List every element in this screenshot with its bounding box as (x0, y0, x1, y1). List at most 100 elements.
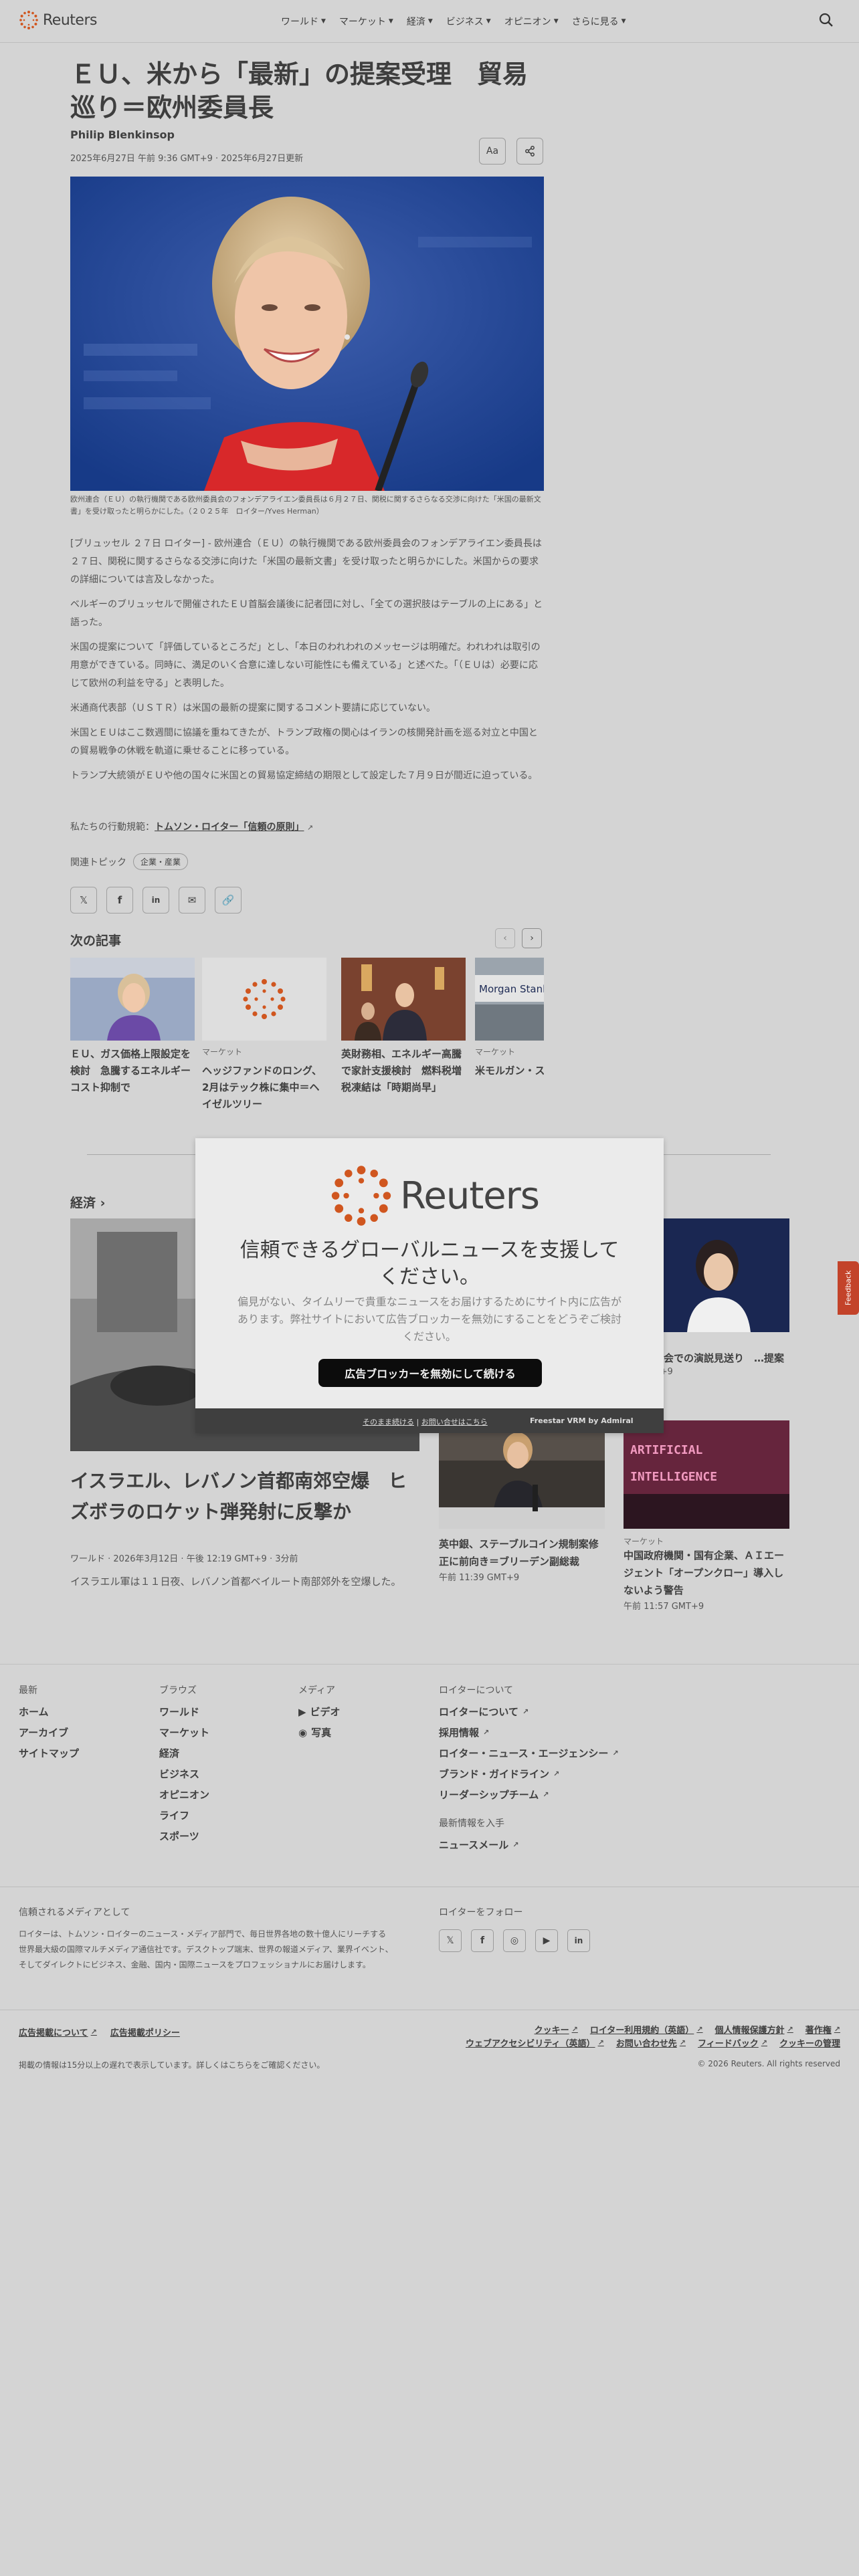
footer-link[interactable]: ライフ (159, 1808, 209, 1822)
legal-link[interactable]: 個人情報保護方針 ↗ (715, 2023, 793, 2036)
share-bar: 𝕏 f in ✉ 🔗 (70, 887, 242, 914)
footer-link[interactable]: スポーツ (159, 1829, 209, 1843)
feedback-tab[interactable]: Feedback (838, 1261, 859, 1315)
linkedin-share-button[interactable]: in (142, 887, 169, 914)
instagram-icon: ◎ (510, 1935, 519, 1946)
copy-link-button[interactable]: 🔗 (215, 887, 242, 914)
economy-section-heading[interactable]: 経済 › (70, 1193, 105, 1211)
article-paragraph: トランプ大統領がＥＵや他の国々に米国との貿易協定締結の期限として設定した７月９日… (70, 770, 538, 781)
footer-link[interactable]: ロイター・ニュース・エージェンシー ↗ (439, 1746, 619, 1760)
article-paragraph: [ブリュッセル ２７日 ロイター] - 欧州連合（ＥＵ）の執行機関である欧州委員… (70, 538, 542, 585)
contact-link[interactable]: お問い合せはこちら (421, 1418, 488, 1426)
trust-principles-link[interactable]: トムソン・ロイター「信頼の原則」 (155, 822, 304, 833)
article-thumbnail (341, 958, 466, 1041)
footer-link-video[interactable]: ▶ ビデオ (298, 1705, 341, 1719)
footer-link[interactable]: ワールド (159, 1705, 209, 1719)
external-link-icon: ↗ (834, 2025, 840, 2034)
legal-link[interactable]: ロイター利用規約（英語） ↗ (590, 2023, 703, 2036)
legal-link[interactable]: お問い合わせ先 ↗ (616, 2036, 686, 2049)
card-title: ヘッジファンドのロング、2月はテック株に集中＝ヘイゼルツリー (202, 1065, 322, 1110)
share-button[interactable] (516, 138, 543, 165)
search-button[interactable] (818, 11, 835, 31)
reuters-logo-mark-icon (19, 11, 38, 29)
disable-adblocker-button[interactable]: 広告ブロッカーを無効にして続ける (318, 1359, 542, 1387)
lead-story-title[interactable]: イスラエル、レバノン首都南郊空爆 ヒズボラのロケット弾発射に反撃か (70, 1466, 425, 1527)
nav-item-business[interactable]: ビジネス ▼ (446, 15, 491, 28)
chevron-down-icon: ▼ (486, 18, 491, 25)
advertise-link[interactable]: 広告掲載について ↗ (19, 2026, 97, 2038)
topic-tag[interactable]: 企業・産業 (133, 853, 189, 870)
footer-link[interactable]: リーダーシップチーム ↗ (439, 1788, 619, 1802)
link-icon: 🔗 (221, 894, 235, 906)
article-thumbnail (70, 958, 195, 1041)
nav-item-economy[interactable]: 経済 ▼ (407, 15, 433, 28)
external-link-icon: ↗ (696, 2025, 703, 2034)
side-story[interactable]: ARTIFICIAL INTELLIGENCE マーケット 中国政府機関・国有企業… (624, 1420, 789, 1612)
footer-link[interactable]: アーカイブ (19, 1725, 79, 1739)
external-link-icon: ↗ (787, 2025, 793, 2034)
continue-without-link[interactable]: そのまま続ける (363, 1418, 414, 1426)
email-share-button[interactable]: ✉ (179, 887, 205, 914)
footer-col-media: メディア ▶ ビデオ ◉ 写真 (298, 1685, 341, 1739)
nav-item-more[interactable]: さらに見る ▼ (572, 15, 626, 28)
footer-facebook-button[interactable]: f (471, 1929, 494, 1952)
newsletter-link[interactable]: ニュースメール ↗ (439, 1838, 619, 1852)
nav-item-opinion[interactable]: オピニオン ▼ (504, 15, 559, 28)
external-link-icon: ↗ (543, 1790, 549, 1799)
next-article-card[interactable]: Morgan Stanl マーケット 米モルガン・スタンレーの融資ファンド、解約… (475, 958, 544, 1078)
text-size-button[interactable]: Aa (479, 138, 506, 165)
next-article-card[interactable]: ＥＵ、ガス価格上限設定を検討 急騰するエネルギーコスト抑制で (70, 958, 195, 1096)
legal-link[interactable]: ウェブアクセシビリティ（英語） ↗ (466, 2036, 604, 2049)
share-icon (525, 146, 535, 156)
next-article-card[interactable]: マーケット ヘッジファンドのロング、2月はテック株に集中＝ヘイゼルツリー (202, 958, 326, 1113)
footer-col-latest: 最新 ホーム アーカイブ サイトマップ (19, 1685, 80, 1760)
side-story-title: 中国政府機関・国有企業、ＡＩエージェント「オープンクロー」導入しないよう警告 (624, 1549, 785, 1596)
footer-link[interactable]: サイトマップ (19, 1746, 79, 1760)
related-topics: 関連トピック 企業・産業 (70, 853, 189, 870)
footer-link[interactable]: ロイターについて ↗ (439, 1705, 619, 1719)
reuters-logo[interactable]: Reuters (19, 10, 97, 30)
footer-link[interactable]: オピニオン (159, 1788, 209, 1802)
footer-x-button[interactable]: 𝕏 (439, 1929, 462, 1952)
facebook-share-button[interactable]: f (106, 887, 133, 914)
footer-instagram-button[interactable]: ◎ (503, 1929, 526, 1952)
footer-link-photos[interactable]: ◉ 写真 (298, 1725, 341, 1739)
chevron-down-icon: ▼ (388, 18, 393, 25)
legal-links-row1: クッキー ↗ ロイター利用規約（英語） ↗ 個人情報保護方針 ↗ 著作権 ↗ (535, 2023, 840, 2036)
chevron-right-icon: › (530, 933, 534, 944)
side-story-title: 英中銀、ステーブルコイン規制案修正に前向き＝ブリーデン副総裁 (439, 1538, 599, 1568)
external-link-icon: ↗ (761, 2038, 767, 2047)
legal-link[interactable]: フィードバック ↗ (698, 2036, 767, 2049)
footer-link[interactable]: マーケット (159, 1725, 209, 1739)
nav-item-markets[interactable]: マーケット ▼ (339, 15, 393, 28)
footer-link[interactable]: 経済 (159, 1746, 209, 1760)
chevron-down-icon: ▼ (621, 18, 626, 25)
x-share-button[interactable]: 𝕏 (70, 887, 97, 914)
side-story-image: ARTIFICIAL INTELLIGENCE (624, 1420, 789, 1529)
carousel-prev-button[interactable]: ‹ (495, 928, 515, 948)
article-title: ＥＵ、米から「最新」の提案受理 貿易巡り＝欧州委員長 (70, 60, 529, 122)
carousel-next-button[interactable]: › (522, 928, 542, 948)
footer-youtube-button[interactable]: ▶ (535, 1929, 558, 1952)
article-thumbnail (202, 958, 326, 1041)
modal-reuters-wordmark: Reuters (400, 1174, 540, 1218)
footer-link[interactable]: ホーム (19, 1705, 79, 1719)
footer-link[interactable]: ブランド・ガイドライン ↗ (439, 1767, 619, 1781)
footer-linkedin-button[interactable]: in (567, 1929, 590, 1952)
footer-link[interactable]: ビジネス (159, 1767, 209, 1781)
camera-icon: ◉ (298, 1726, 308, 1739)
photo-caption: 欧州連合（ＥＵ）の執行機関である欧州委員会のフォンデアライエン委員長は６月２７日… (70, 495, 541, 516)
legal-link[interactable]: クッキー ↗ (535, 2023, 578, 2036)
ad-policy-link[interactable]: 広告掲載ポリシー (110, 2026, 180, 2038)
nav-item-world[interactable]: ワールド ▼ (281, 15, 326, 28)
svg-text:INTELLIGENCE: INTELLIGENCE (630, 1470, 717, 1484)
article-author[interactable]: Philip Blenkinsop (70, 128, 175, 141)
svg-text:ARTIFICIAL: ARTIFICIAL (630, 1443, 703, 1457)
legal-link[interactable]: 著作権 ↗ (805, 2023, 840, 2036)
legal-link[interactable]: クッキーの管理 (779, 2036, 840, 2049)
next-article-card[interactable]: 英財務相、エネルギー高騰で家計支援検討 燃料税増税凍結は「時期尚早」 (341, 958, 466, 1096)
footer-follow: ロイターをフォロー 𝕏 f ◎ ▶ in (439, 1905, 590, 1952)
footer-link[interactable]: 採用情報 ↗ (439, 1725, 619, 1739)
card-category: マーケット (202, 1047, 243, 1057)
side-story[interactable]: 英中銀、ステーブルコイン規制案修正に前向き＝ブリーデン副総裁 午前 11:39 … (439, 1420, 605, 1583)
